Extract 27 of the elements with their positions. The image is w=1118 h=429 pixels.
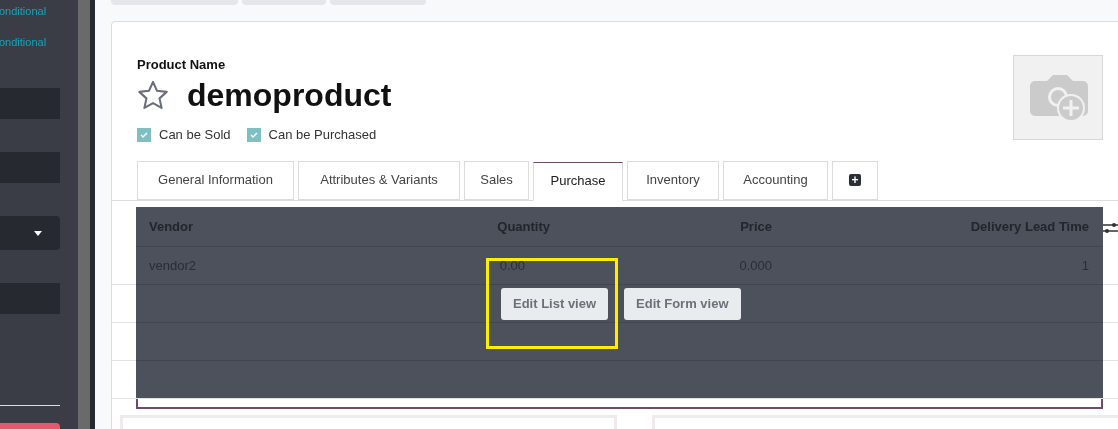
image-placeholder[interactable]	[1013, 55, 1103, 140]
divider-line	[0, 405, 60, 406]
tab[interactable]: Attributes & Variants	[298, 160, 460, 200]
tab[interactable]: Inventory	[627, 160, 719, 200]
check-icon	[140, 130, 148, 139]
checkbox-label: Can be Sold	[159, 126, 231, 144]
scrollbar[interactable]	[78, 0, 90, 429]
tab[interactable]: Purchase	[533, 161, 623, 201]
checkbox-label: Can be Purchased	[268, 126, 377, 144]
settings-sliders-icon[interactable]	[1103, 221, 1118, 235]
add-tab[interactable]: +	[832, 160, 878, 200]
plus-square-icon: +	[849, 174, 861, 186]
checkbox[interactable]	[137, 127, 151, 142]
tab[interactable]: Sales	[464, 160, 529, 200]
tab[interactable]: General Information	[137, 160, 294, 200]
select-field[interactable]	[0, 216, 60, 250]
check-icon	[249, 130, 258, 139]
sidebar-link[interactable]: onditional	[0, 34, 47, 51]
edit-view-button[interactable]: Edit Form view	[624, 288, 741, 320]
edit-view-button[interactable]: Edit List view	[501, 288, 609, 320]
product-name[interactable]: demoproduct	[187, 75, 392, 115]
checkbox[interactable]	[246, 127, 261, 142]
field-label: Product Name	[137, 57, 226, 73]
tab[interactable]: Accounting	[723, 160, 828, 200]
sidebar-link[interactable]: onditional	[0, 3, 47, 20]
star-icon[interactable]	[137, 80, 169, 110]
caret-icon	[34, 230, 42, 236]
